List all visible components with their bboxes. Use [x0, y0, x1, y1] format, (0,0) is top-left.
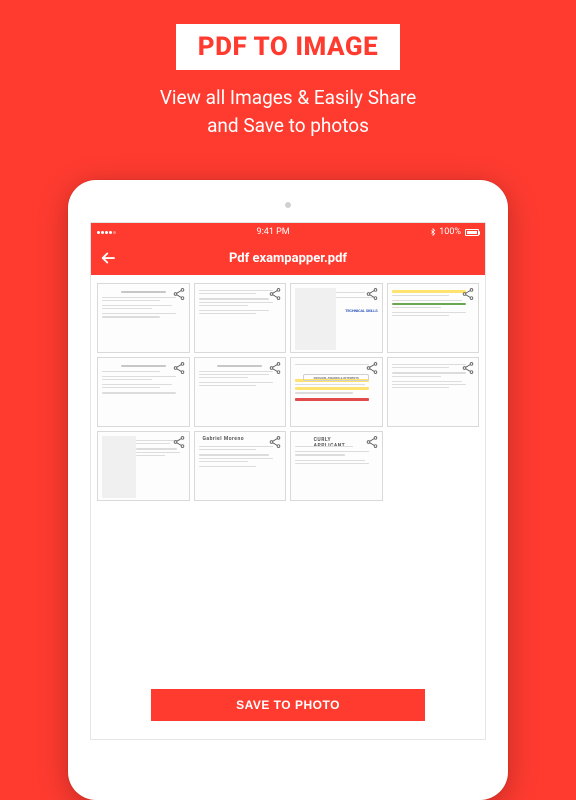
- signal-dots-icon: [97, 227, 117, 237]
- share-button[interactable]: [268, 287, 282, 301]
- back-button[interactable]: [91, 241, 125, 275]
- tablet-camera: [285, 202, 291, 208]
- hero-subtitle: View all Images & Easily Share and Save …: [0, 84, 576, 139]
- nav-bar: Pdf exampapper.pdf: [91, 241, 485, 275]
- tablet-mockup: 9:41 PM 100% Pdf exampapper.pdf: [68, 180, 508, 800]
- bluetooth-icon: [429, 228, 437, 236]
- tech-skills-label: TECHNICAL SKILLS: [345, 308, 377, 313]
- nav-title: Pdf exampapper.pdf: [91, 251, 485, 266]
- resume-name: Gabriel Moreno: [203, 436, 245, 442]
- share-button[interactable]: [365, 361, 379, 375]
- share-button[interactable]: [172, 361, 186, 375]
- page-thumb[interactable]: Gabriel Moreno: [194, 431, 287, 501]
- page-thumb[interactable]: [97, 283, 190, 353]
- save-to-photo-button[interactable]: SAVE TO PHOTO: [151, 689, 425, 721]
- status-bar: 9:41 PM 100%: [91, 223, 485, 241]
- share-button[interactable]: [268, 435, 282, 449]
- pages-area: TECHNICAL SKILLS: [91, 275, 485, 673]
- page-thumb[interactable]: [97, 357, 190, 427]
- cta-row: SAVE TO PHOTO: [91, 673, 485, 739]
- page-thumb[interactable]: TECHNICAL SKILLS: [290, 283, 383, 353]
- page-thumb[interactable]: [194, 283, 287, 353]
- status-time: 9:41 PM: [257, 227, 290, 237]
- app-screen: 9:41 PM 100% Pdf exampapper.pdf: [90, 222, 486, 740]
- share-button[interactable]: [172, 287, 186, 301]
- arrow-left-icon: [99, 249, 117, 267]
- page-thumb[interactable]: [387, 357, 480, 427]
- page-thumb[interactable]: [387, 283, 480, 353]
- page-thumb[interactable]: [97, 431, 190, 501]
- share-button[interactable]: [172, 435, 186, 449]
- share-button[interactable]: [268, 361, 282, 375]
- share-button[interactable]: [461, 361, 475, 375]
- page-thumb[interactable]: [194, 357, 287, 427]
- page-thumb[interactable]: CURLY APPLICANT: [290, 431, 383, 501]
- pages-grid: TECHNICAL SKILLS: [97, 283, 479, 501]
- share-button[interactable]: [365, 287, 379, 301]
- page-thumb[interactable]: PASSION, AWARDS & INTERESTS: [290, 357, 383, 427]
- hero-badge: PDF TO IMAGE: [176, 24, 400, 70]
- share-button[interactable]: [461, 287, 475, 301]
- pill-label: PASSION, AWARDS & INTERESTS: [303, 374, 369, 381]
- share-button[interactable]: [365, 435, 379, 449]
- battery-icon: [465, 229, 479, 236]
- status-battery-pct: 100%: [439, 227, 461, 237]
